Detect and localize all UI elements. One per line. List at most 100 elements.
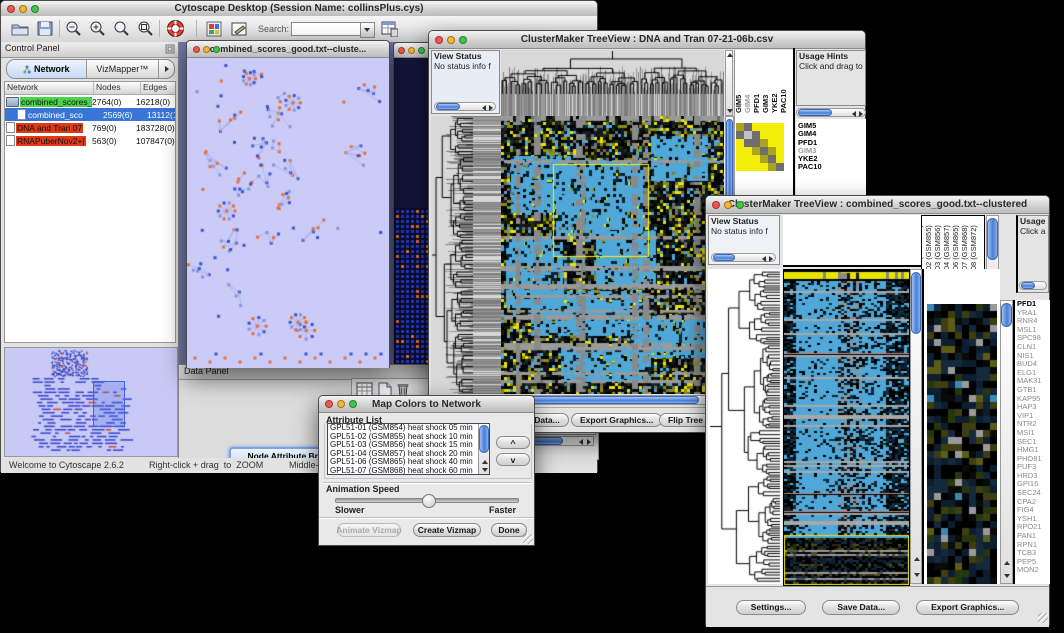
attribute-browser-icon[interactable] xyxy=(381,21,398,37)
network-table-row[interactable]: combined_sco2569(6)13112(15) xyxy=(5,108,175,121)
move-up-button[interactable]: ^ xyxy=(496,436,530,449)
matrix-cell[interactable] xyxy=(776,131,784,139)
zoom-fit-icon[interactable] xyxy=(137,20,154,37)
tv2-status-hscrollbar[interactable] xyxy=(711,253,776,262)
zoom-window-icon[interactable] xyxy=(459,36,467,44)
matrix-cell[interactable] xyxy=(760,155,768,163)
matrix-cell[interactable] xyxy=(744,139,752,147)
gene-label[interactable]: MON2 xyxy=(1017,566,1050,575)
matrix-cell[interactable] xyxy=(744,155,752,163)
close-icon[interactable] xyxy=(435,36,443,44)
matrix-cell[interactable] xyxy=(752,123,760,131)
matrix-cell[interactable] xyxy=(768,155,776,163)
network1-title-bar[interactable]: combined_scores_good.txt--cluste... xyxy=(187,41,389,58)
matrix-cell[interactable] xyxy=(752,131,760,139)
matrix-cell[interactable] xyxy=(752,155,760,163)
matrix-cell[interactable] xyxy=(776,155,784,163)
tv2-genelist-vscrollbar[interactable] xyxy=(1000,300,1013,584)
matrix-cell[interactable] xyxy=(768,123,776,131)
tab-overflow-button[interactable] xyxy=(159,60,174,78)
attribute-list-item[interactable]: GPL51-07 (GSM868) heat shock 60 min xyxy=(330,467,489,475)
matrix-cell[interactable] xyxy=(760,147,768,155)
attribute-list-vscrollbar[interactable] xyxy=(478,424,489,474)
col-header-network[interactable]: Network xyxy=(5,82,94,94)
minimize-icon[interactable] xyxy=(337,400,345,408)
tv1-heatmap-canvas[interactable] xyxy=(501,116,724,394)
matrix-cell[interactable] xyxy=(768,147,776,155)
col-header-edges[interactable]: Edges xyxy=(141,82,175,94)
birdseye-viewport-rect[interactable] xyxy=(93,381,125,427)
slider-thumb[interactable] xyxy=(422,494,436,508)
matrix-cell[interactable] xyxy=(776,163,784,171)
matrix-cell[interactable] xyxy=(760,139,768,147)
minimize-icon[interactable] xyxy=(408,47,415,54)
dialog-button-done[interactable]: Done xyxy=(491,523,527,537)
tv2-heatmap-canvas[interactable] xyxy=(783,269,910,586)
matrix-cell[interactable] xyxy=(736,123,744,131)
tv1-row-dendrogram-canvas[interactable] xyxy=(431,116,501,394)
matrix-cell[interactable] xyxy=(736,155,744,163)
matrix-cell[interactable] xyxy=(752,163,760,171)
network-table-row[interactable]: RNAPuberNov2+|563(0)107847(0) xyxy=(5,134,175,147)
resize-grip[interactable] xyxy=(1038,613,1048,623)
matrix-cell[interactable] xyxy=(760,131,768,139)
tv1-button-export-graphics[interactable]: Export Graphics... xyxy=(571,413,662,427)
matrix-cell[interactable] xyxy=(760,163,768,171)
zoom-window-icon[interactable] xyxy=(213,46,220,53)
minimize-icon[interactable] xyxy=(19,5,27,13)
tv2-column-tree-area[interactable] xyxy=(783,215,921,267)
matrix-cell[interactable] xyxy=(744,163,752,171)
network-view-canvas-1[interactable] xyxy=(187,58,389,368)
matrix-cell[interactable] xyxy=(768,163,776,171)
col-header-nodes[interactable]: Nodes xyxy=(94,82,141,94)
minimize-icon[interactable] xyxy=(447,36,455,44)
close-icon[interactable] xyxy=(712,201,720,209)
minimize-icon[interactable] xyxy=(203,46,210,53)
zoom-window-icon[interactable] xyxy=(736,201,744,209)
tv1-heatmap-hscrollbar[interactable] xyxy=(501,395,734,405)
tv2-row-dendrogram-canvas[interactable] xyxy=(708,269,782,584)
tv1-col-vscroll[interactable] xyxy=(725,50,733,116)
vizmapper-icon[interactable] xyxy=(206,21,222,37)
tv1-usage-hscrollbar[interactable] xyxy=(796,108,866,117)
tv2-button-save-data[interactable]: Save Data... xyxy=(822,600,900,615)
network-table-row[interactable]: combined_scores_2764(0)16218(0) xyxy=(5,95,175,108)
matrix-cell[interactable] xyxy=(768,131,776,139)
matrix-cell[interactable] xyxy=(744,131,752,139)
resize-grip[interactable] xyxy=(523,534,533,544)
zoom-window-icon[interactable] xyxy=(349,400,357,408)
close-icon[interactable] xyxy=(7,5,15,13)
birdseye-canvas[interactable] xyxy=(5,348,175,454)
tv1-status-hscrollbar[interactable] xyxy=(434,102,496,111)
zoom-window-icon[interactable] xyxy=(31,5,39,13)
attribute-listbox[interactable]: GPL51-01 (GSM854) heat shock 05 minGPL51… xyxy=(327,423,490,475)
tv2-usage-hscrollbar[interactable] xyxy=(1019,281,1047,290)
float-panel-icon[interactable] xyxy=(165,44,175,54)
close-icon[interactable] xyxy=(325,400,333,408)
treeview2-title-bar[interactable]: ClusterMaker TreeView : combined_scores_… xyxy=(706,196,1049,214)
close-icon[interactable] xyxy=(193,46,200,53)
matrix-cell[interactable] xyxy=(776,147,784,155)
tv2-heatmap-vscrollbar[interactable] xyxy=(910,269,922,584)
save-icon[interactable] xyxy=(37,21,53,36)
main-title-bar[interactable]: Cytoscape Desktop (Session Name: collins… xyxy=(1,1,597,17)
zoom-window-icon[interactable] xyxy=(418,47,425,54)
tab-vizmapper[interactable]: VizMapper™ xyxy=(87,60,159,78)
dialog-title-bar[interactable]: Map Colors to Network xyxy=(319,396,534,413)
tv2-gene-list[interactable]: PFD1YRA1RNR4MSL1SPC98CLN1NIS1BUD4ELG1MAK… xyxy=(1013,300,1050,584)
matrix-cell[interactable] xyxy=(768,139,776,147)
treeview1-title-bar[interactable]: ClusterMaker TreeView : DNA and Tran 07-… xyxy=(429,31,865,49)
close-icon[interactable] xyxy=(398,47,405,54)
search-dropdown-button[interactable] xyxy=(360,22,375,38)
search-input[interactable] xyxy=(291,22,361,36)
network-table-row[interactable]: DNA and Tran 07769(0)183728(0) xyxy=(5,121,175,134)
matrix-cell[interactable] xyxy=(752,139,760,147)
move-down-button[interactable]: v xyxy=(496,453,530,466)
matrix-cell[interactable] xyxy=(744,123,752,131)
tv2-button-settings[interactable]: Settings... xyxy=(736,600,807,615)
matrix-cell[interactable] xyxy=(736,131,744,139)
matrix-cell[interactable] xyxy=(752,147,760,155)
matrix-cell[interactable] xyxy=(760,123,768,131)
matrix-cell[interactable] xyxy=(776,139,784,147)
matrix-cell[interactable] xyxy=(736,147,744,155)
